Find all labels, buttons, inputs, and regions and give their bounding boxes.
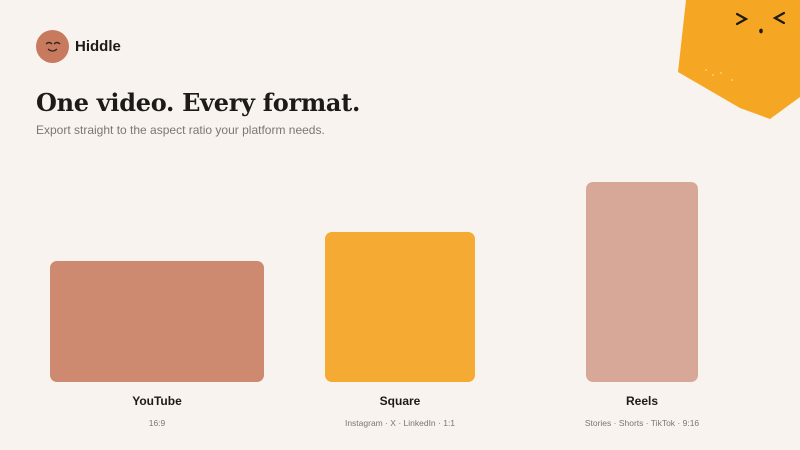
- page-title: One video. Every format.: [36, 88, 361, 117]
- brand-name: Hiddle: [75, 38, 121, 55]
- brand: Hiddle: [36, 30, 121, 63]
- format-square-label: Square: [379, 394, 421, 408]
- format-reels-preview[interactable]: [586, 182, 698, 382]
- format-youtube-meta: 16:9: [148, 418, 166, 428]
- orange-mascot-icon: [678, 0, 800, 119]
- smiling-face-icon: [36, 30, 69, 63]
- page-subtitle: Export straight to the aspect ratio your…: [36, 123, 325, 137]
- format-reels-meta: Stories · Shorts · TikTok · 9:16: [584, 418, 700, 428]
- format-youtube-preview[interactable]: [50, 261, 264, 382]
- format-reels-label: Reels: [625, 394, 659, 408]
- format-youtube-label: YouTube: [132, 394, 182, 408]
- format-square-preview[interactable]: [325, 232, 475, 382]
- format-square-meta: Instagram · X · LinkedIn · 1:1: [344, 418, 456, 428]
